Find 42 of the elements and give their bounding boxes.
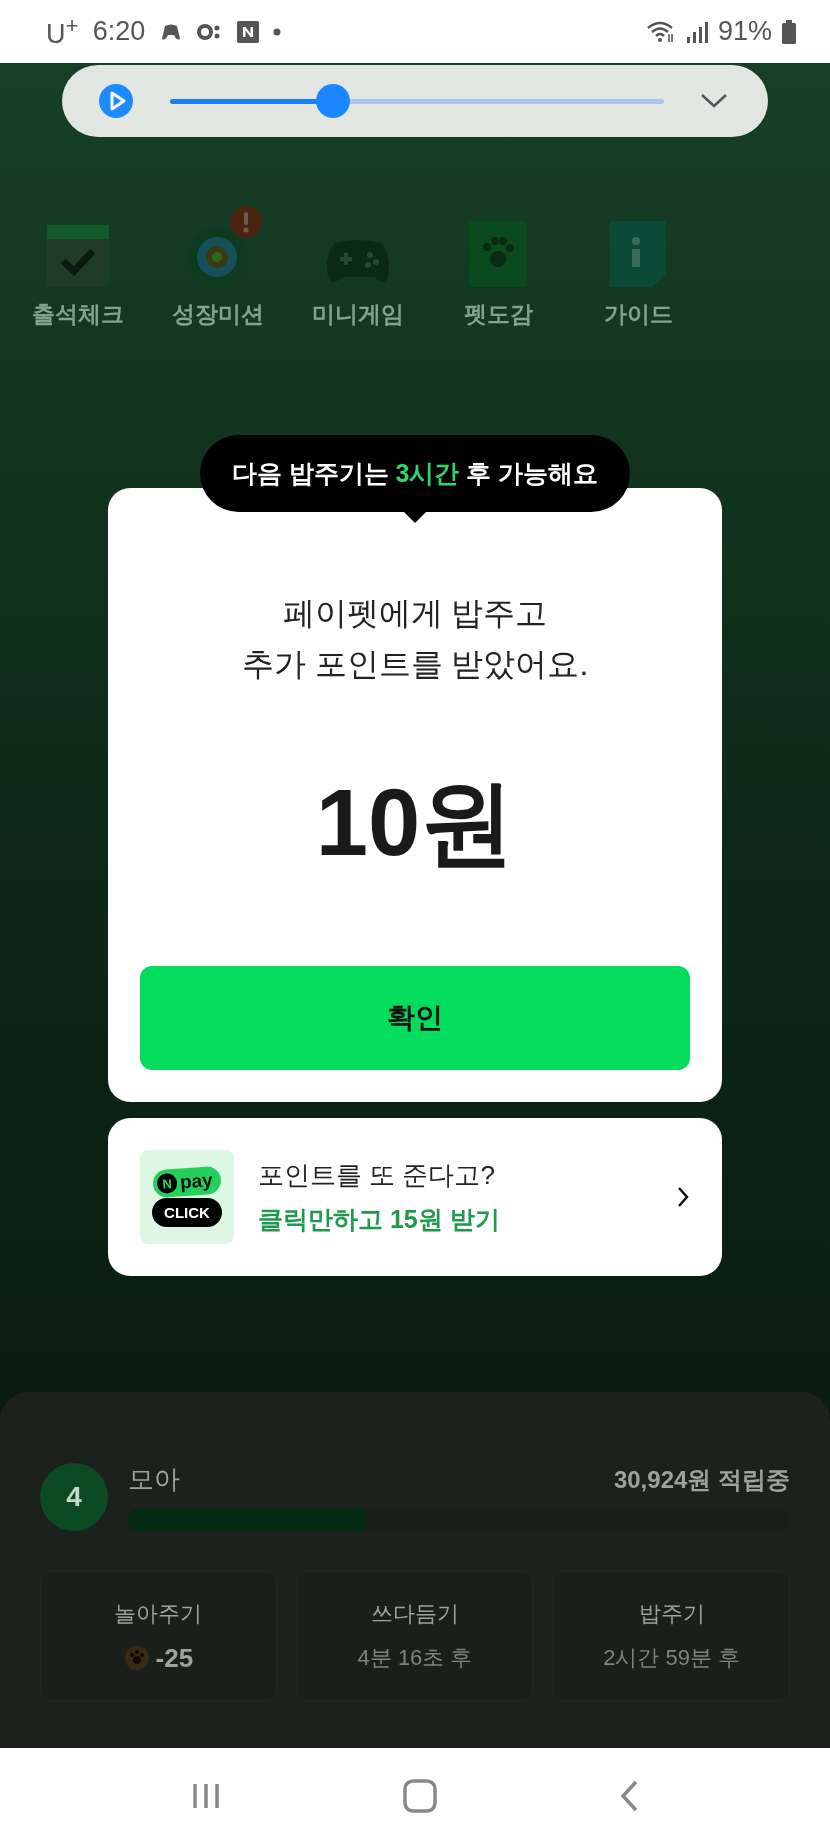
ad-subtitle: 클릭만하고 15원 받기	[258, 1204, 501, 1235]
chevron-down-icon[interactable]	[700, 92, 728, 110]
action-card[interactable]: 밥주기 2시간 59분 후	[553, 1571, 790, 1701]
confirm-button[interactable]: 확인	[140, 966, 690, 1070]
n-app-icon	[237, 20, 260, 43]
ad-title: 포인트를 또 준다고?	[258, 1159, 496, 1192]
action-label: 놀아주기	[114, 1599, 203, 1628]
pet-name: 모아	[128, 1463, 180, 1496]
dot-icon	[273, 27, 282, 36]
carrier-label: U$^{+}$	[46, 13, 79, 50]
action-label: 쓰다듬기	[371, 1600, 459, 1628]
battery-percent: 91%	[717, 16, 772, 47]
action-count: -25	[155, 1642, 194, 1674]
seek-slider[interactable]	[170, 84, 664, 118]
ad-banner[interactable]: N pay CLICK 포인트를 또 준다고? 클릭만하고 15원 받기	[108, 1118, 722, 1276]
savings-amount: 30,924원 적립중	[613, 1464, 790, 1495]
menu-item[interactable]: 성장미션	[170, 203, 266, 330]
signal-icon	[685, 20, 708, 43]
clock-time: 6:20	[92, 16, 146, 47]
home-icon[interactable]	[403, 1779, 437, 1813]
action-card[interactable]: 놀아주기 -25	[40, 1571, 277, 1701]
slider-thumb[interactable]	[316, 84, 350, 118]
chevron-right-icon	[676, 1186, 690, 1208]
menu-item[interactable]: 출석체크	[30, 203, 126, 330]
action-card[interactable]: 쓰다듬기 4분 16초 후	[296, 1571, 534, 1701]
battery-icon	[782, 19, 796, 44]
action-timer: 4분 16초 후	[357, 1644, 473, 1672]
menu-item[interactable]: 펫도감	[450, 203, 546, 330]
level-badge: 4	[40, 1462, 108, 1531]
recent-apps-icon[interactable]	[191, 1781, 221, 1811]
back-icon[interactable]	[619, 1780, 639, 1812]
menu-item[interactable]: 미니게임	[310, 203, 406, 330]
reward-message: 페이펫에게 밥주고 추가 포인트를 받았어요.	[241, 594, 589, 685]
paw-coin-icon	[123, 1645, 150, 1671]
play-button-icon[interactable]	[98, 83, 134, 119]
action-timer: 2시간 59분 후	[603, 1644, 741, 1672]
npay-click-logo: N pay CLICK	[140, 1150, 234, 1244]
wifi-icon	[645, 19, 676, 44]
tooltip-text: 다음 밥주기는 3시간 후 가능해요	[231, 459, 599, 487]
menu-item[interactable]: 가이드	[590, 203, 686, 330]
reward-amount: 10원	[315, 769, 515, 878]
action-label: 밥주기	[638, 1600, 705, 1628]
